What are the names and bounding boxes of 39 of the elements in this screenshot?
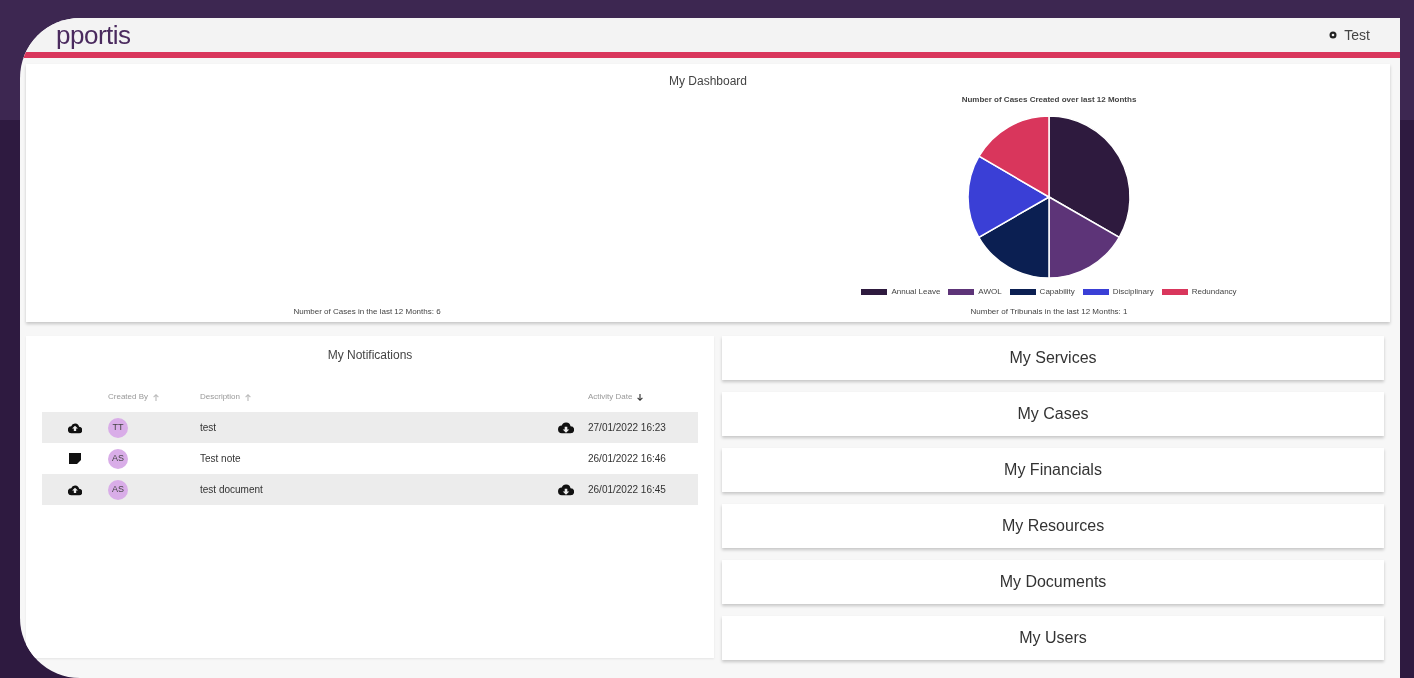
legend-label: Annual Leave [891,286,941,298]
menu-button[interactable]: My Users [722,616,1384,660]
user-menu[interactable]: Test [1328,24,1370,46]
table-cell-text: 26/01/2022 16:45 [588,483,666,497]
cloud-download-icon[interactable] [558,421,574,434]
legend-label: AWOL [978,286,1002,298]
menu-button[interactable]: My Services [722,336,1384,380]
tribunals-count-text: Number of Tribunals in the last 12 Months: 1 [970,306,1128,318]
table-cell-text: 26/01/2022 16:46 [588,452,666,466]
legend-swatch [1161,289,1188,295]
table-cell-text: Test note [200,452,241,466]
note-icon [69,453,81,464]
cloud-upload-icon [68,421,82,434]
sort-arrow-icon[interactable] [636,391,645,403]
menu-button[interactable]: My Documents [722,560,1384,604]
dashboard-title: My Dashboard [667,73,748,90]
legend-label: Disciplinary [1112,286,1154,298]
legend-label: Capability [1039,286,1075,298]
table-cell-text: test [200,421,217,435]
menu-button[interactable]: My Cases [722,392,1384,436]
menu-button[interactable]: My Financials [722,448,1384,492]
legend-swatch [1009,289,1036,295]
avatar-initials: AS [108,448,128,469]
cases-count-text: Number of Cases in the last 12 Months: 6 [293,306,441,318]
legend-swatch [1082,289,1109,295]
notifications-title: My Notifications [326,347,414,364]
cloud-download-icon[interactable] [558,483,574,496]
legend-label: Redundancy [1191,286,1237,298]
logo-text[interactable]: pportis [56,18,131,55]
table-cell-text: test document [200,483,263,497]
legend-swatch [861,289,888,295]
legend-swatch [948,289,975,295]
cloud-upload-icon [68,483,82,496]
avatar-initials: TT [108,417,128,438]
gear-icon [1328,30,1339,40]
chart-title: Number of Cases Created over last 12 Months [961,94,1137,106]
table-cell-text: 27/01/2022 16:23 [588,421,666,435]
menu-button[interactable]: My Resources [722,504,1384,548]
avatar-initials: AS [108,479,128,500]
